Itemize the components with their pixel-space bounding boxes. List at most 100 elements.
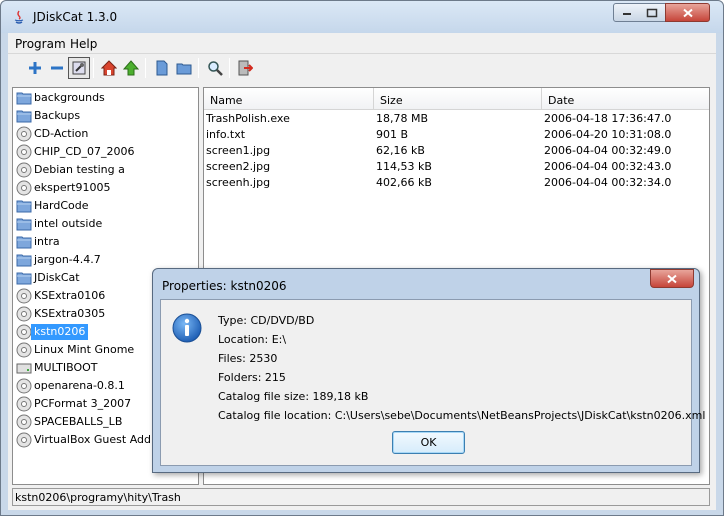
status-path: kstn0206\programy\hity\Trash — [15, 491, 181, 504]
exit-button[interactable] — [234, 57, 256, 79]
property-type: Type: CD/DVD/BD — [218, 314, 315, 327]
property-files: Files: 2530 — [218, 352, 278, 365]
folder-icon — [16, 108, 32, 124]
cd-icon — [16, 414, 32, 430]
property-catalog-location: Catalog file location: C:\Users\sebe\Doc… — [218, 409, 706, 422]
table-row[interactable]: TrashPolish.exe 18,78 MB 2006-04-18 17:36:… — [204, 111, 709, 127]
tree-item-label: Linux Mint Gnome — [34, 343, 135, 356]
search-button[interactable] — [204, 57, 226, 79]
table-row[interactable]: screen1.jpg 62,16 kB 2006-04-04 00:32:49.0 — [204, 143, 709, 159]
column-header-date[interactable]: Date — [542, 88, 709, 110]
tree-item[interactable]: CD-Action — [13, 125, 198, 143]
cd-icon — [16, 126, 32, 142]
tree-item[interactable]: intel outside — [13, 215, 198, 233]
folder-button[interactable] — [173, 57, 195, 79]
tree-item[interactable]: backgrounds — [13, 89, 198, 107]
table-row[interactable]: screenh.jpg 402,66 kB 2006-04-04 00:32:34.… — [204, 175, 709, 191]
property-folders: Folders: 215 — [218, 371, 286, 384]
table-row[interactable]: screen2.jpg 114,53 kB 2006-04-04 00:32:43.… — [204, 159, 709, 175]
cd-icon — [16, 324, 32, 340]
tree-item[interactable]: HardCode — [13, 197, 198, 215]
info-icon — [172, 313, 202, 343]
remove-icon — [51, 66, 63, 70]
minimize-icon — [622, 12, 631, 15]
tree-item-label: JDiskCat — [34, 271, 80, 284]
drive-icon — [16, 360, 32, 376]
folder-icon — [16, 234, 32, 250]
toolbar — [8, 53, 716, 81]
cell-date: 2006-04-20 10:31:08.0 — [544, 128, 672, 141]
title-bar[interactable]: JDiskCat 1.3.0 — [1, 1, 723, 33]
toolbar-separator — [93, 58, 94, 78]
property-catalog-size: Catalog file size: 189,18 kB — [218, 390, 369, 403]
tree-item[interactable]: ekspert91005 — [13, 179, 198, 197]
cd-icon — [16, 180, 32, 196]
add-icon — [29, 62, 41, 74]
cell-size: 901 B — [376, 128, 409, 141]
home-button[interactable] — [98, 57, 120, 79]
tree-item-label: CHIP_CD_07_2006 — [34, 145, 135, 158]
tree-item-label: MULTIBOOT — [34, 361, 98, 374]
minimize-button[interactable] — [613, 3, 640, 22]
table-row[interactable]: info.txt 901 B 2006-04-20 10:31:08.0 — [204, 127, 709, 143]
dialog-title: Properties: kstn0206 — [162, 279, 287, 293]
remove-catalog-button[interactable] — [46, 57, 68, 79]
java-app-icon — [14, 10, 24, 24]
exit-icon — [238, 60, 253, 76]
folder-icon — [16, 90, 32, 106]
menu-help[interactable]: Help — [70, 37, 97, 51]
tree-item-label: KSExtra0305 — [34, 307, 106, 320]
cell-name: TrashPolish.exe — [206, 112, 290, 125]
window-title: JDiskCat 1.3.0 — [33, 10, 118, 24]
tree-item[interactable]: jargon-4.4.7 — [13, 251, 198, 269]
tree-item[interactable]: Debian testing a — [13, 161, 198, 179]
toolbar-separator — [229, 58, 230, 78]
cell-date: 2006-04-18 17:36:47.0 — [544, 112, 672, 125]
maximize-button[interactable] — [639, 3, 666, 22]
tree-item-label: Backups — [34, 109, 81, 122]
tree-item-label: backgrounds — [34, 91, 105, 104]
ok-button[interactable]: OK — [392, 431, 465, 454]
cell-date: 2006-04-04 00:32:34.0 — [544, 176, 672, 189]
cell-name: info.txt — [206, 128, 246, 141]
home-icon — [101, 60, 117, 76]
up-arrow-icon — [123, 60, 139, 76]
property-location: Location: E:\ — [218, 333, 287, 346]
settings-icon — [72, 61, 86, 75]
maximize-icon — [646, 8, 658, 17]
cd-icon — [16, 342, 32, 358]
open-catalog-button[interactable] — [151, 57, 173, 79]
up-button[interactable] — [120, 57, 142, 79]
folder-icon — [16, 252, 32, 268]
menu-bar: Program Help — [8, 33, 716, 53]
cd-icon — [16, 378, 32, 394]
tree-item-label: PCFormat 3_2007 — [34, 397, 132, 410]
cell-size: 114,53 kB — [376, 160, 432, 173]
folder-icon — [16, 216, 32, 232]
cell-name: screenh.jpg — [206, 176, 271, 189]
menu-program[interactable]: Program — [15, 37, 66, 51]
tree-item-label: SPACEBALLS_LB — [34, 415, 123, 428]
close-button[interactable] — [665, 3, 710, 22]
status-bar: kstn0206\programy\hity\Trash — [12, 488, 710, 506]
folder-icon — [16, 270, 32, 286]
cell-size: 18,78 MB — [376, 112, 429, 125]
column-header-size[interactable]: Size — [374, 88, 542, 110]
cd-icon — [16, 288, 32, 304]
cell-size: 402,66 kB — [376, 176, 432, 189]
tree-item-label: intel outside — [34, 217, 103, 230]
tree-item-label: CD-Action — [34, 127, 89, 140]
add-catalog-button[interactable] — [24, 57, 46, 79]
tree-item-label: openarena-0.8.1 — [34, 379, 125, 392]
cell-date: 2006-04-04 00:32:49.0 — [544, 144, 672, 157]
tree-item[interactable]: intra — [13, 233, 198, 251]
folder-icon — [176, 63, 192, 75]
tree-item[interactable]: Backups — [13, 107, 198, 125]
tree-item-label: KSExtra0106 — [34, 289, 106, 302]
tree-item-label: ekspert91005 — [34, 181, 111, 194]
tree-item[interactable]: CHIP_CD_07_2006 — [13, 143, 198, 161]
document-icon — [156, 60, 168, 76]
dialog-close-button[interactable] — [650, 269, 694, 288]
settings-button[interactable] — [68, 57, 90, 79]
column-header-name[interactable]: Name — [204, 88, 374, 110]
